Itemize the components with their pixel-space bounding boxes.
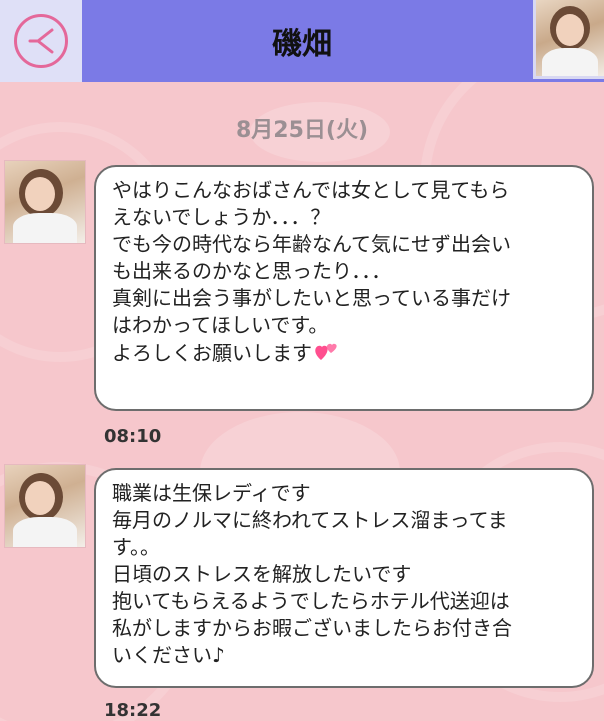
contact-name: 磯畑	[272, 27, 332, 62]
sender-avatar[interactable]	[4, 160, 86, 244]
message-time: 18:22	[104, 700, 162, 721]
date-separator: 8月25日(火)	[235, 118, 369, 143]
chat-header: 磯畑	[0, 0, 604, 82]
sender-avatar[interactable]	[4, 464, 86, 548]
message-time: 08:10	[104, 426, 162, 447]
message-bubble: 職業は生保レディです 毎月のノルマに終われてストレス溜まってま す。。 日頃のス…	[94, 468, 594, 688]
contact-avatar[interactable]	[533, 0, 604, 79]
message-bubble: やはりこんなおばさんでは女として見てもら えないでしょうか．．．？ でも今の時代…	[94, 165, 594, 411]
message-text: 職業は生保レディです 毎月のノルマに終われてストレス溜まってま す。。 日頃のス…	[112, 481, 512, 667]
message-text: やはりこんなおばさんでは女として見てもら えないでしょうか．．．？ でも今の時代…	[112, 178, 511, 365]
two-hearts-icon	[312, 339, 340, 370]
